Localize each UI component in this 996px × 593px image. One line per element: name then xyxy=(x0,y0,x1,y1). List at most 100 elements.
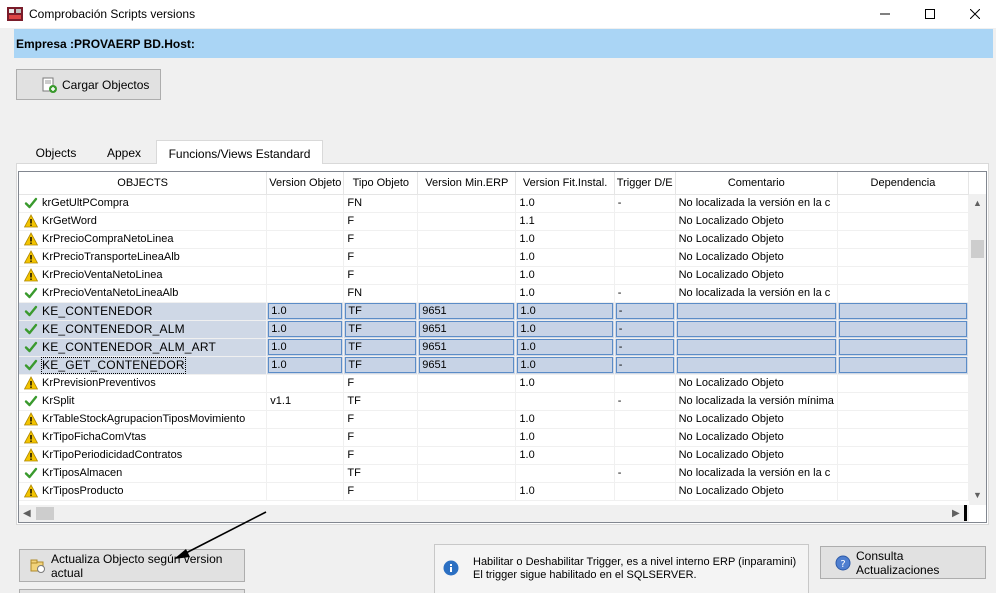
table-row[interactable]: KE_GET_CONTENEDOR 1.0 TF 9651 1.0- xyxy=(19,356,969,375)
cell-comentario[interactable]: No Localizado Objeto xyxy=(675,248,838,267)
cell-version-objeto[interactable] xyxy=(266,446,345,465)
cell-trigger[interactable]: - xyxy=(614,338,676,357)
scroll-left-icon[interactable]: ◀ xyxy=(23,508,32,519)
scroll-up-icon[interactable]: ▲ xyxy=(973,199,982,208)
cell-tipo-objeto[interactable]: F xyxy=(343,266,419,285)
cell-version-fit-instal[interactable]: 1.0 xyxy=(515,446,615,465)
cell-tipo-objeto[interactable]: TF xyxy=(343,356,419,375)
table-row[interactable]: KrTipoFichaComVtas F 1.0 No Localizado Obje… xyxy=(19,428,969,447)
cell-comentario[interactable]: No localizada la versión en la c xyxy=(675,464,838,483)
vertical-scrollbar[interactable]: ▲ ▼ xyxy=(969,194,986,505)
load-objects-button[interactable]: Cargar Objectos xyxy=(16,69,161,100)
maximize-button[interactable] xyxy=(907,0,953,28)
cell-trigger[interactable] xyxy=(614,446,676,465)
cell-dependencia[interactable] xyxy=(837,338,969,357)
cell-version-objeto[interactable]: 1.0 xyxy=(266,338,345,357)
cell-trigger[interactable] xyxy=(614,428,676,447)
table-row[interactable]: KrGetWord F 1.1 No Localizado Objeto xyxy=(19,212,969,231)
cell-tipo-objeto[interactable]: TF xyxy=(343,338,419,357)
cell-version-fit-instal[interactable]: 1.0 xyxy=(515,428,615,447)
table-row[interactable]: KrPrecioVentaNetoLineaAlb FN 1.0 - No locali… xyxy=(19,284,969,303)
table-row[interactable]: KrPrecioVentaNetoLinea F 1.0 No Localizado … xyxy=(19,266,969,285)
cell-comentario[interactable]: No Localizado Objeto xyxy=(675,428,838,447)
cell-version-min-erp[interactable]: 9651 xyxy=(417,338,517,357)
col-header-comentario[interactable]: Comentario xyxy=(675,172,838,195)
cell-version-min-erp[interactable] xyxy=(417,428,517,447)
cell-dependencia[interactable] xyxy=(837,194,969,213)
cell-version-fit-instal[interactable]: 1.0 xyxy=(515,248,615,267)
cell-trigger[interactable] xyxy=(614,374,676,393)
cell-trigger[interactable] xyxy=(614,230,676,249)
cell-object-name[interactable]: KE_CONTENEDOR xyxy=(19,302,268,321)
cell-dependencia[interactable] xyxy=(837,320,969,339)
cell-version-min-erp[interactable] xyxy=(417,284,517,303)
cell-version-objeto[interactable] xyxy=(266,248,345,267)
cell-comentario[interactable] xyxy=(675,356,838,375)
cell-trigger[interactable] xyxy=(614,248,676,267)
cell-version-objeto[interactable]: 1.0 xyxy=(266,356,345,375)
cell-version-min-erp[interactable] xyxy=(417,482,517,501)
horizontal-scrollbar[interactable]: ◀ ▶ xyxy=(19,505,969,522)
cell-dependencia[interactable] xyxy=(837,248,969,267)
cell-trigger[interactable]: - xyxy=(614,464,676,483)
cell-version-fit-instal[interactable] xyxy=(515,392,615,411)
cell-object-name[interactable]: krGetUltPCompra xyxy=(19,194,268,213)
cell-version-min-erp[interactable] xyxy=(417,374,517,393)
table-row[interactable]: KE_CONTENEDOR 1.0 TF 9651 1.0- xyxy=(19,302,969,321)
cell-version-min-erp[interactable] xyxy=(417,194,517,213)
cell-tipo-objeto[interactable]: F xyxy=(343,482,419,501)
cell-trigger[interactable]: - xyxy=(614,392,676,411)
cell-version-objeto[interactable] xyxy=(266,230,345,249)
cell-object-name[interactable]: KrTiposProducto xyxy=(19,482,268,501)
cell-version-min-erp[interactable]: 9651 xyxy=(417,320,517,339)
cell-version-fit-instal[interactable]: 1.0 xyxy=(515,284,615,303)
cell-object-name[interactable]: KrTipoFichaComVtas xyxy=(19,428,268,447)
cell-comentario[interactable]: No Localizado Objeto xyxy=(675,482,838,501)
cell-tipo-objeto[interactable]: TF xyxy=(343,320,419,339)
cell-trigger[interactable]: - xyxy=(614,356,676,375)
cell-trigger[interactable] xyxy=(614,410,676,429)
cell-tipo-objeto[interactable]: TF xyxy=(343,302,419,321)
horizontal-scroll-thumb[interactable] xyxy=(36,507,54,520)
cell-version-fit-instal[interactable]: 1.0 xyxy=(515,266,615,285)
cell-version-fit-instal[interactable]: 1.0 xyxy=(515,374,615,393)
cell-comentario[interactable]: No localizada la versión en la c xyxy=(675,194,838,213)
cell-object-name[interactable]: KrTableStockAgrupacionTiposMovimiento xyxy=(19,410,268,429)
cell-tipo-objeto[interactable]: F xyxy=(343,248,419,267)
table-row[interactable]: KrPrevisionPreventivos F 1.0 No Localizado … xyxy=(19,374,969,393)
cell-version-objeto[interactable] xyxy=(266,212,345,231)
cell-version-min-erp[interactable]: 9651 xyxy=(417,356,517,375)
cell-version-fit-instal[interactable]: 1.0 xyxy=(515,320,615,339)
cell-trigger[interactable] xyxy=(614,482,676,501)
update-object-button[interactable]: Actualiza Objecto según version actual xyxy=(19,549,245,582)
cell-comentario[interactable]: No Localizado Objeto xyxy=(675,446,838,465)
cell-dependencia[interactable] xyxy=(837,356,969,375)
minimize-button[interactable] xyxy=(862,0,908,28)
cell-object-name[interactable]: KrSplit xyxy=(19,392,268,411)
table-row[interactable]: krGetUltPCompra FN 1.0 - No localizada la ve… xyxy=(19,194,969,213)
col-header-dependencia[interactable]: Dependencia xyxy=(837,172,969,195)
cell-dependencia[interactable] xyxy=(837,266,969,285)
consult-updates-button[interactable]: ? Consulta Actualizaciones xyxy=(820,546,986,579)
cell-object-name[interactable]: KE_GET_CONTENEDOR xyxy=(19,356,268,375)
table-row[interactable]: KrTipoPeriodicidadContratos F 1.0 No Locali… xyxy=(19,446,969,465)
cell-version-fit-instal[interactable]: 1.0 xyxy=(515,338,615,357)
cell-version-min-erp[interactable] xyxy=(417,392,517,411)
cell-version-objeto[interactable] xyxy=(266,266,345,285)
table-row[interactable]: KrPrecioTransporteLineaAlb F 1.0 No Localiz… xyxy=(19,248,969,267)
cell-trigger[interactable]: - xyxy=(614,194,676,213)
cell-comentario[interactable]: No Localizado Objeto xyxy=(675,212,838,231)
close-button[interactable] xyxy=(952,0,996,28)
cell-dependencia[interactable] xyxy=(837,446,969,465)
cell-version-objeto[interactable]: v1.1 xyxy=(266,392,345,411)
cell-version-objeto[interactable] xyxy=(266,374,345,393)
cell-version-fit-instal[interactable]: 1.0 xyxy=(515,194,615,213)
cell-tipo-objeto[interactable]: TF xyxy=(343,392,419,411)
cell-tipo-objeto[interactable]: FN xyxy=(343,194,419,213)
cell-trigger[interactable]: - xyxy=(614,284,676,303)
tab-objects[interactable]: Objects xyxy=(18,143,94,163)
cell-dependencia[interactable] xyxy=(837,464,969,483)
cell-dependencia[interactable] xyxy=(837,410,969,429)
table-row[interactable]: KE_CONTENEDOR_ALM 1.0 TF 9651 1.0- xyxy=(19,320,969,339)
cell-comentario[interactable]: No localizada la versión en la c xyxy=(675,284,838,303)
